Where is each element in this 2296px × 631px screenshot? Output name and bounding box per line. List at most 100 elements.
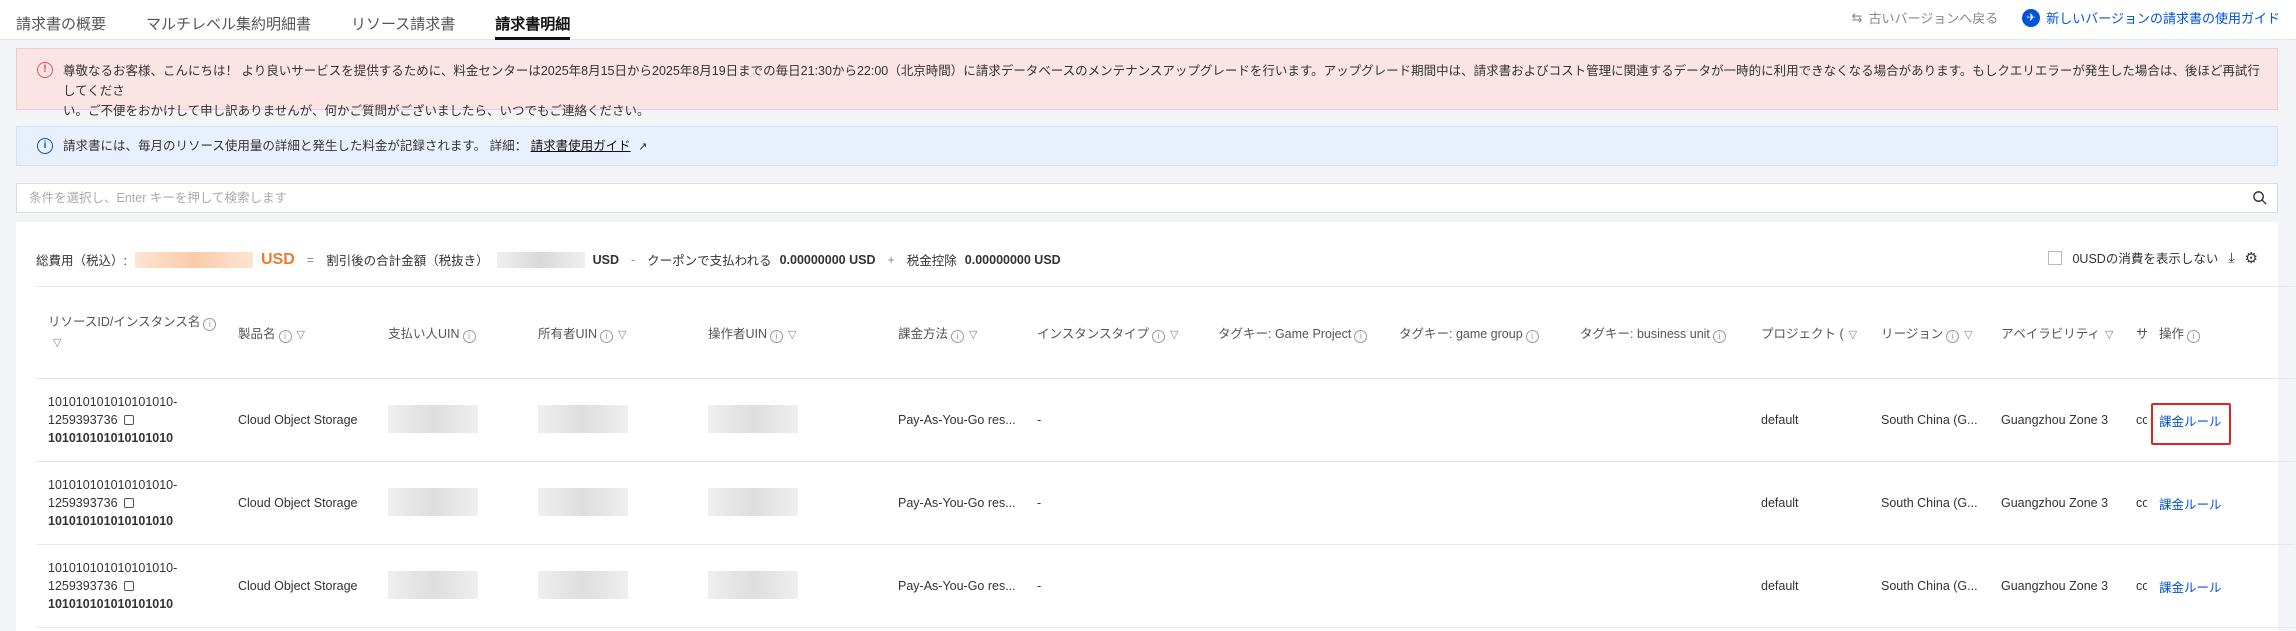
actions-cell: 課金ルール xyxy=(2147,461,2295,545)
col-label: 課金方法 xyxy=(898,326,949,341)
download-icon[interactable]: ⤓ xyxy=(2228,249,2234,266)
owner-uin-cell xyxy=(526,378,696,462)
resource-id-suffix: 1259393736 xyxy=(48,579,118,593)
info-text: 請求書には、毎月のリソース使用量の詳細と発生した料金が記録されます。 詳細： xyxy=(63,139,528,153)
filter-icon[interactable]: ▽ xyxy=(1849,328,1857,341)
col-label: 操作 xyxy=(2159,326,2185,341)
payer-uin-cell xyxy=(376,378,526,462)
col-label: 操作者UIN xyxy=(708,326,768,341)
error-icon: ! xyxy=(37,62,53,78)
help-icon[interactable]: i xyxy=(1946,329,1960,343)
plus-sign: + xyxy=(887,252,895,267)
table-row: 101010101010101010- 1259393736 10101010101… xyxy=(36,544,2295,628)
masked-uin xyxy=(388,404,478,433)
filter-icon[interactable]: ▽ xyxy=(969,328,977,341)
resource-id-suffix: 1259393736 xyxy=(48,496,118,510)
tax-value: 0.00000000 USD xyxy=(964,252,1061,267)
instance-name: 101010101010101010 xyxy=(48,514,174,528)
billing-rule-link[interactable]: 課金ルール xyxy=(2159,498,2222,512)
col-label: 製品名 xyxy=(238,326,276,341)
help-icon[interactable]: i xyxy=(2187,329,2201,343)
revert-icon: ⇆ xyxy=(1851,9,1863,25)
masked-uin xyxy=(708,570,798,599)
new-guide-link[interactable]: ✈ 新しいバージョンの請求書の使用ガイド xyxy=(2022,8,2280,27)
col-availability-zone: アベイラビリティ ▽ xyxy=(1989,286,2124,379)
tag-game-group-cell xyxy=(1387,461,1568,545)
help-icon[interactable]: i xyxy=(1525,329,1539,343)
filter-icon[interactable]: ▽ xyxy=(788,328,796,341)
sub-cell: cos i xyxy=(2124,461,2147,545)
filter-icon[interactable]: ▽ xyxy=(297,328,305,341)
copy-icon[interactable] xyxy=(123,581,134,591)
search-placeholder: 条件を選択し、Enter キーを押して検索します xyxy=(29,191,287,205)
actions-cell: 課金ルール xyxy=(2147,378,2295,462)
subtotal-label: 割引後の合計金額（税抜き） xyxy=(326,254,489,268)
col-label: プロジェクト ( xyxy=(1761,327,1844,341)
region-cell: South China (G... xyxy=(1869,378,1989,462)
help-icon[interactable]: i xyxy=(951,329,965,343)
instance-type-cell: - xyxy=(1025,544,1206,628)
tab-resource-bill[interactable]: リソース請求書 xyxy=(351,0,475,40)
minus-sign: - xyxy=(631,252,636,267)
search-input[interactable]: 条件を選択し、Enter キーを押して検索します xyxy=(16,183,2278,213)
gear-icon[interactable]: ⚙ xyxy=(2245,249,2258,267)
billing-mode-cell: Pay-As-You-Go res... xyxy=(886,461,1025,545)
operator-uin-cell xyxy=(696,461,886,545)
masked-uin xyxy=(388,570,478,599)
help-icon[interactable]: i xyxy=(1152,329,1166,343)
tag-game-group-cell xyxy=(1387,544,1568,628)
top-links: ⇆ 古いバージョンへ戻る ✈ 新しいバージョンの請求書の使用ガイド xyxy=(1852,8,2280,27)
top-bar: 請求書の概要 マルチレベル集約明細書 リソース請求書 請求書明細 ⇆ 古いバージ… xyxy=(0,0,2296,40)
col-sub: サブ xyxy=(2124,286,2147,379)
actions-cell: 課金ルール xyxy=(2147,544,2295,628)
old-version-link[interactable]: ⇆ 古いバージョンへ戻る xyxy=(1852,8,1999,27)
maintenance-text-line1: 尊敬なるお客様、こんにちは！ より良いサービスを提供するために、料金センターは2… xyxy=(63,64,2260,98)
help-icon[interactable]: i xyxy=(1712,329,1726,343)
search-icon[interactable] xyxy=(2252,190,2267,205)
filter-icon[interactable]: ▽ xyxy=(618,328,626,341)
help-icon[interactable]: i xyxy=(278,329,292,343)
help-icon[interactable]: i xyxy=(600,329,614,343)
col-project: プロジェクト ( ▽ xyxy=(1749,286,1869,379)
help-icon[interactable]: i xyxy=(1354,329,1368,343)
filter-icon[interactable]: ▽ xyxy=(1170,328,1178,341)
col-payer-uin: 支払い人UIN i xyxy=(376,286,526,379)
maintenance-text-line2: い。ご不便をおかけして申し訳ありませんが、何かご質問がございましたら、いつでもご… xyxy=(63,104,650,118)
tab-bill-details[interactable]: 請求書明細 xyxy=(495,0,590,40)
col-product: 製品名 i ▽ xyxy=(226,286,376,379)
total-cost-label: 総費用（税込）: xyxy=(36,254,127,268)
help-icon[interactable]: i xyxy=(203,318,217,331)
new-guide-label: 新しいバージョンの請求書の使用ガイド xyxy=(2046,11,2280,26)
col-label: タグキー: business unit xyxy=(1580,326,1710,341)
help-icon[interactable]: i xyxy=(462,329,476,343)
hide-zero-checkbox[interactable] xyxy=(2048,250,2063,265)
subtotal-currency: USD xyxy=(592,252,619,267)
operator-uin-cell xyxy=(696,544,886,628)
instance-type-cell: - xyxy=(1025,378,1206,462)
help-icon[interactable]: i xyxy=(770,329,784,343)
instance-type-cell: - xyxy=(1025,461,1206,545)
col-operator-uin: 操作者UIN i ▽ xyxy=(696,286,886,379)
filter-icon[interactable]: ▽ xyxy=(1964,328,1972,341)
table-tools: 0USDの消費を表示しない ⤓ ⚙ xyxy=(2048,248,2258,267)
col-label: タグキー: game group xyxy=(1399,326,1523,341)
info-icon: i xyxy=(37,138,53,154)
coupon-value: 0.00000000 USD xyxy=(779,252,876,267)
resource-id-cell: 101010101010101010- 1259393736 10101010101… xyxy=(36,378,226,462)
filter-icon[interactable]: ▽ xyxy=(53,333,61,353)
billing-rule-link[interactable]: 課金ルール xyxy=(2159,581,2222,595)
col-region: リージョン i ▽ xyxy=(1869,286,1989,379)
resource-id-cell: 101010101010101010- 1259393736 10101010101… xyxy=(36,544,226,628)
masked-uin xyxy=(388,487,478,516)
zone-cell: Guangzhou Zone 3 xyxy=(1989,544,2124,628)
filter-icon[interactable]: ▽ xyxy=(2105,328,2113,341)
tab-bill-overview[interactable]: 請求書の概要 xyxy=(16,0,126,40)
col-resource-id: リソースID/インスタンス名 i ▽ xyxy=(36,286,226,379)
billing-mode-cell: Pay-As-You-Go res... xyxy=(886,544,1025,628)
bill-guide-link[interactable]: 請求書使用ガイド xyxy=(531,139,631,153)
tab-multilevel-bill[interactable]: マルチレベル集約明細書 xyxy=(146,0,331,40)
copy-icon[interactable] xyxy=(123,415,134,425)
equals-sign: = xyxy=(306,252,315,267)
copy-icon[interactable] xyxy=(123,498,134,508)
owner-uin-cell xyxy=(526,461,696,545)
